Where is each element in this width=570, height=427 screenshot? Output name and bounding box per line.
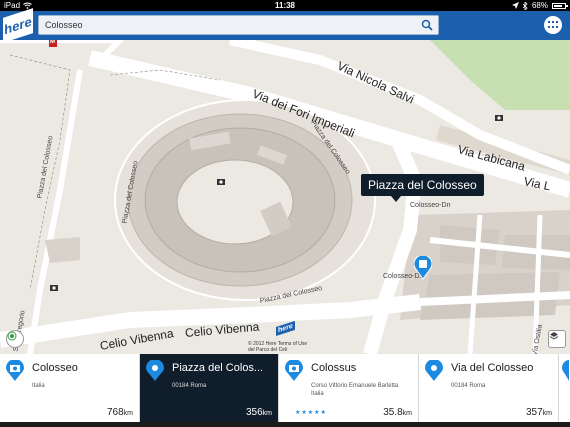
search-results: Colosseo Italia 768km Piazza del Colos..… [0,354,570,427]
camera-icon[interactable] [495,114,503,121]
battery-percent: 68% [531,1,548,10]
result-card-selected[interactable]: Piazza del Colos... 00184 Roma 356km [140,354,279,422]
park-area [360,40,570,110]
metro-icon[interactable]: M [50,40,55,45]
result-subtitle: Italia [32,383,45,389]
building-block [45,237,80,263]
road-east [363,132,423,354]
map-canvas [0,40,570,354]
bottom-bar [0,422,570,427]
camera-icon[interactable] [50,284,58,291]
search-bar[interactable] [38,15,439,35]
result-card[interactable]: Colossus Corso Vittorio Emanuele Barlett… [279,354,419,422]
road-west [27,69,83,354]
layers-button[interactable] [548,330,566,348]
result-distance: 35.8km [383,407,412,418]
camera-icon[interactable] [217,178,225,185]
result-card[interactable]: Via del Colosseo 00184 Roma 357km [419,354,559,422]
map-view[interactable]: M Via Nicola Salvi Via dei Fori Imperial… [0,40,570,354]
location-pin-icon [562,360,569,381]
rating-stars: ★★★★★ [295,410,327,416]
label-colosseo-dn: Colosseo-Dn [410,202,451,209]
status-bar: iPad 11:38 68% [0,0,570,11]
camera-pin-icon [6,360,24,381]
result-title: Piazza del Colos... [172,362,264,374]
result-card[interactable]: Colosseo Italia 768km [0,354,140,422]
gps-icon [7,331,17,341]
app-header: here [0,8,570,43]
result-subtitle: 00184 Roma [451,383,486,389]
result-distance: 357km [525,407,552,418]
result-title: Colosseo [32,362,78,374]
apps-grid-button[interactable] [544,16,562,34]
result-title: Colossus [311,362,357,374]
map-callout[interactable]: Piazza del Colosseo [361,174,484,202]
road-north [0,40,125,63]
search-icon[interactable] [421,19,433,31]
result-title: Via del Colosseo [451,362,534,374]
location-pin-icon [146,360,164,381]
map-copyright[interactable]: © 2012 Here Terms of Use del Parco del C… [248,341,307,353]
layers-icon [549,332,559,340]
result-card-partial[interactable] [559,354,569,422]
location-arrow-icon [511,2,519,9]
search-input[interactable] [45,18,415,32]
result-distance: 768km [106,407,133,418]
location-pin-icon [425,360,443,381]
battery-icon [552,2,568,9]
grid-icon [548,21,558,28]
here-logo[interactable]: here [3,8,33,43]
result-distance: 356km [245,407,272,418]
clock: 11:38 [274,1,296,10]
result-subtitle: Corso Vittorio Emanuele Barletta Italia [311,383,399,397]
locate-me-button[interactable] [6,330,24,348]
bluetooth-icon [522,1,528,10]
selected-location-pin-icon[interactable] [414,256,432,280]
result-subtitle: 00184 Roma [172,383,207,389]
camera-pin-icon [285,360,303,381]
